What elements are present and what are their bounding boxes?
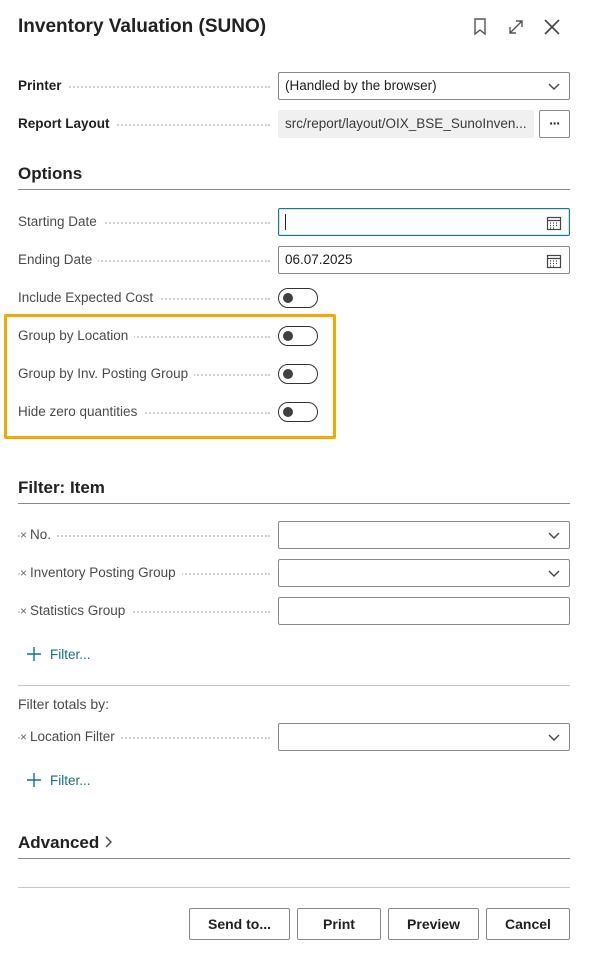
chevron-down-icon — [548, 83, 560, 90]
add-item-filter-button[interactable]: Filter... — [26, 646, 91, 662]
filter-totals-heading: Filter totals by: — [18, 696, 110, 712]
remove-filter-icon[interactable]: × — [20, 528, 27, 542]
cancel-button[interactable]: Cancel — [486, 908, 570, 940]
calendar-icon[interactable] — [546, 215, 562, 231]
ending-date-row: Ending Date 06.07.2025 — [18, 246, 570, 274]
plus-icon — [27, 773, 41, 787]
include-expected-cost-label: Include Expected Cost — [18, 284, 160, 312]
dialog-title: Inventory Valuation (SUNO) — [18, 16, 267, 37]
group-by-location-toggle[interactable] — [278, 326, 318, 346]
filter-statistics-group-label: × Statistics Group — [20, 597, 132, 625]
filter-inventory-posting-group-select[interactable] — [278, 559, 570, 587]
group-by-inv-posting-group-toggle[interactable] — [278, 364, 318, 384]
bookmark-icon[interactable] — [467, 14, 493, 40]
printer-select[interactable]: (Handled by the browser) — [278, 72, 570, 100]
chevron-down-icon — [548, 734, 560, 741]
filter-inventory-posting-group-row: × Inventory Posting Group — [18, 559, 570, 587]
advanced-section-toggle[interactable]: Advanced — [18, 833, 570, 859]
filter-statistics-group-row: × Statistics Group — [18, 597, 570, 625]
printer-row: Printer (Handled by the browser) — [18, 72, 570, 100]
remove-filter-icon[interactable]: × — [20, 566, 27, 580]
report-layout-field[interactable]: src/report/layout/OIX_BSE_SunoInven... — [278, 110, 534, 138]
add-totals-filter-button[interactable]: Filter... — [26, 772, 91, 788]
filter-item-heading: Filter: Item — [18, 478, 570, 504]
text-cursor — [285, 214, 286, 231]
calendar-icon[interactable] — [546, 253, 562, 269]
chevron-right-icon — [105, 836, 112, 848]
send-to-button[interactable]: Send to... — [189, 908, 290, 940]
group-by-location-row: Group by Location — [18, 322, 570, 350]
hide-zero-quantities-row: Hide zero quantities — [18, 398, 570, 426]
filter-inventory-posting-group-label: × Inventory Posting Group — [20, 559, 182, 587]
ending-date-label: Ending Date — [18, 246, 99, 274]
filter-location-row: × Location Filter — [18, 723, 570, 751]
group-by-location-label: Group by Location — [18, 322, 135, 350]
starting-date-label: Starting Date — [18, 208, 103, 236]
report-layout-value: src/report/layout/OIX_BSE_SunoInven... — [285, 116, 527, 131]
plus-icon — [27, 647, 41, 661]
remove-filter-icon[interactable]: × — [20, 730, 27, 744]
group-by-inv-posting-group-label: Group by Inv. Posting Group — [18, 360, 195, 388]
filter-no-label: × No. — [20, 521, 58, 549]
ending-date-value: 06.07.2025 — [285, 252, 353, 267]
filter-no-select[interactable] — [278, 521, 570, 549]
filter-no-row: × No. — [18, 521, 570, 549]
group-by-inv-posting-group-row: Group by Inv. Posting Group — [18, 360, 570, 388]
close-icon[interactable] — [539, 14, 565, 40]
include-expected-cost-toggle[interactable] — [278, 288, 318, 308]
report-layout-more-button[interactable]: ··· — [539, 110, 570, 138]
report-layout-row: Report Layout src/report/layout/OIX_BSE_… — [18, 110, 570, 138]
preview-button[interactable]: Preview — [388, 908, 479, 940]
filter-location-select[interactable] — [278, 723, 570, 751]
starting-date-input[interactable] — [278, 208, 570, 236]
section-divider — [18, 685, 570, 686]
expand-icon[interactable] — [503, 14, 529, 40]
footer-divider — [18, 887, 570, 888]
remove-filter-icon[interactable]: × — [20, 604, 27, 618]
filter-location-label: × Location Filter — [20, 723, 121, 751]
hide-zero-quantities-label: Hide zero quantities — [18, 398, 144, 426]
printer-value: (Handled by the browser) — [285, 78, 437, 93]
options-section-heading: Options — [18, 164, 570, 190]
filter-statistics-group-input[interactable] — [278, 597, 570, 625]
chevron-down-icon — [548, 570, 560, 577]
printer-label: Printer — [18, 72, 68, 100]
report-layout-label: Report Layout — [18, 110, 116, 138]
hide-zero-quantities-toggle[interactable] — [278, 402, 318, 422]
starting-date-row: Starting Date — [18, 208, 570, 236]
chevron-down-icon — [548, 532, 560, 539]
ending-date-input[interactable]: 06.07.2025 — [278, 246, 570, 274]
include-expected-cost-row: Include Expected Cost — [18, 284, 570, 312]
print-button[interactable]: Print — [297, 908, 381, 940]
